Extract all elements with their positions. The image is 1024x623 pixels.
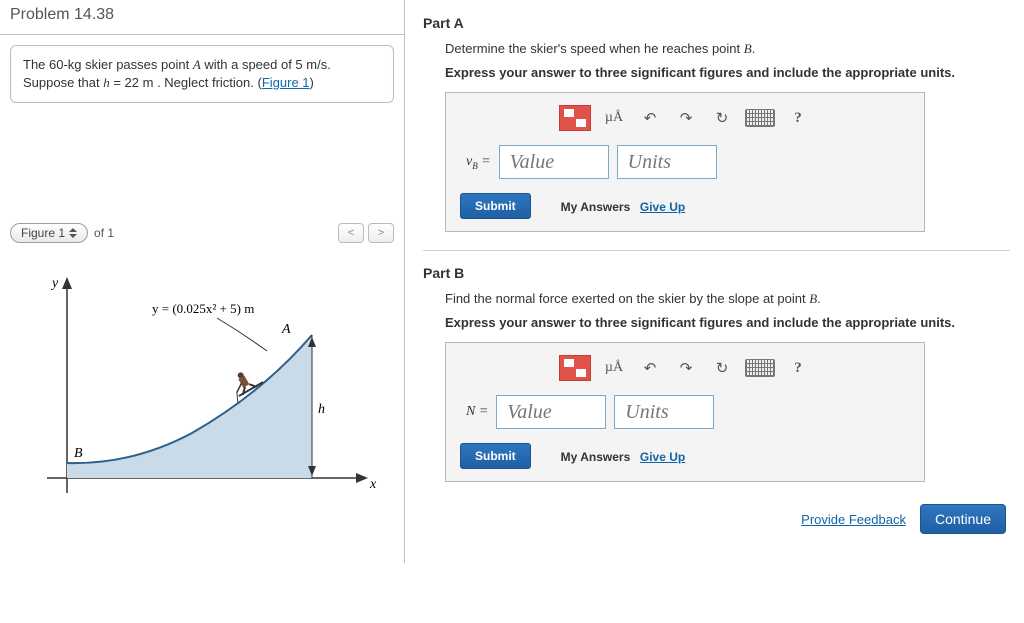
part-a-giveup-link[interactable]: Give Up xyxy=(640,200,685,214)
undo-icon[interactable]: ↶ xyxy=(637,355,663,381)
problem-text: ) xyxy=(310,75,314,90)
reset-icon[interactable]: ↻ xyxy=(709,105,735,131)
units-icon[interactable]: µÅ xyxy=(601,105,627,131)
figure-next-button[interactable]: > xyxy=(368,223,394,243)
reset-icon[interactable]: ↻ xyxy=(709,355,735,381)
figure-select[interactable]: Figure 1 xyxy=(10,223,88,243)
var-A: A xyxy=(193,57,201,72)
part-a-units-input[interactable] xyxy=(617,145,717,179)
problem-text: = 22 m . Neglect friction. ( xyxy=(110,75,262,90)
continue-button[interactable]: Continue xyxy=(920,504,1006,534)
figure-selector-bar: Figure 1 of 1 < > xyxy=(10,223,394,243)
part-a-input-row: vB = xyxy=(466,145,910,179)
caret-down-icon xyxy=(69,234,77,238)
undo-icon[interactable]: ↶ xyxy=(637,105,663,131)
part-b-submit-row: Submit My Answers Give Up xyxy=(460,443,910,469)
part-b-input-row: N = xyxy=(466,395,910,429)
figure-prev-button[interactable]: < xyxy=(338,223,364,243)
part-a-submit-row: Submit My Answers Give Up xyxy=(460,193,910,219)
caret-up-icon xyxy=(69,228,77,232)
part-b-var-label: N = xyxy=(466,404,488,420)
part-a-var-label: vB = xyxy=(466,154,491,171)
divider xyxy=(423,250,1010,251)
help-icon[interactable]: ? xyxy=(785,105,811,131)
part-b-instruction: Express your answer to three significant… xyxy=(445,315,1010,330)
part-b-giveup-link[interactable]: Give Up xyxy=(640,450,685,464)
part-b-description: Find the normal force exerted on the ski… xyxy=(445,291,1010,307)
part-a-myanswers-label: My Answers xyxy=(561,200,631,214)
footer-row: Provide Feedback Continue xyxy=(423,504,1010,534)
redo-icon[interactable]: ↷ xyxy=(673,355,699,381)
figure-image: y x B A h y = (0.025x² + 5) m xyxy=(10,263,394,523)
curve-equation: y = (0.025x² + 5) m xyxy=(152,301,254,316)
part-a-desc-post: . xyxy=(752,41,756,56)
part-a-desc-text: Determine the skier's speed when he reac… xyxy=(445,41,744,56)
part-a-submit-button[interactable]: Submit xyxy=(460,193,531,219)
part-b-units-input[interactable] xyxy=(614,395,714,429)
figure-link[interactable]: Figure 1 xyxy=(262,75,310,90)
part-b-desc-text: Find the normal force exerted on the ski… xyxy=(445,291,809,306)
left-panel: Problem 14.38 The 60-kg skier passes poi… xyxy=(0,0,405,563)
part-a-title: Part A xyxy=(423,15,1010,31)
keyboard-icon[interactable] xyxy=(745,105,775,131)
help-icon[interactable]: ? xyxy=(785,355,811,381)
y-axis-label: y xyxy=(50,276,59,291)
part-b-toolbar: µÅ ↶ ↷ ↻ ? xyxy=(460,355,910,381)
keyboard-icon[interactable] xyxy=(745,355,775,381)
template-icon[interactable] xyxy=(559,105,591,131)
figure-select-label: Figure 1 xyxy=(21,226,65,240)
problem-text: The 60-kg skier passes point xyxy=(23,57,193,72)
part-a-value-input[interactable] xyxy=(499,145,609,179)
part-a-instruction: Express your answer to three significant… xyxy=(445,65,1010,80)
template-icon[interactable] xyxy=(559,355,591,381)
var-B: B xyxy=(809,291,817,306)
units-icon[interactable]: µÅ xyxy=(601,355,627,381)
problem-statement: The 60-kg skier passes point A with a sp… xyxy=(10,45,394,103)
point-B-label: B xyxy=(74,446,83,461)
part-b-submit-button[interactable]: Submit xyxy=(460,443,531,469)
provide-feedback-link[interactable]: Provide Feedback xyxy=(801,512,906,527)
mu-label: µÅ xyxy=(605,110,623,126)
var-B: B xyxy=(744,41,752,56)
x-axis-label: x xyxy=(369,477,377,492)
right-panel: Part A Determine the skier's speed when … xyxy=(405,0,1024,563)
part-b-desc-post: . xyxy=(817,291,821,306)
h-label: h xyxy=(318,402,325,417)
figure-of-label: of 1 xyxy=(94,226,114,240)
part-b-myanswers-label: My Answers xyxy=(561,450,631,464)
part-b-title: Part B xyxy=(423,265,1010,281)
problem-title: Problem 14.38 xyxy=(0,0,404,35)
part-b-answer-box: µÅ ↶ ↷ ↻ ? N = Submit My Answers Give Up xyxy=(445,342,925,482)
point-A-label: A xyxy=(281,322,291,337)
part-a-answer-box: µÅ ↶ ↷ ↻ ? vB = Submit My Answers Give U… xyxy=(445,92,925,232)
part-b-value-input[interactable] xyxy=(496,395,606,429)
mu-label: µÅ xyxy=(605,360,623,376)
part-a-toolbar: µÅ ↶ ↷ ↻ ? xyxy=(460,105,910,131)
part-a-description: Determine the skier's speed when he reac… xyxy=(445,41,1010,57)
redo-icon[interactable]: ↷ xyxy=(673,105,699,131)
